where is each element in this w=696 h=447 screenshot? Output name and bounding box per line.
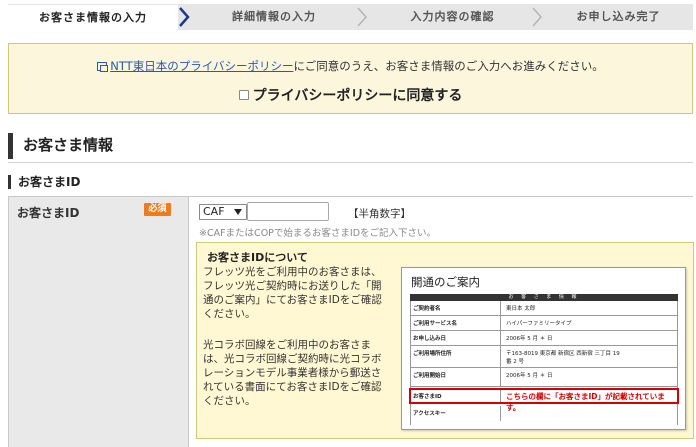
progress-steps: お客さま情報の入力 詳細情報の入力 入力内容の確認 お申し込み完了 xyxy=(8,4,693,30)
document-row: お申し込み日 2006年 5 月 ＊ 日 xyxy=(410,331,678,346)
info-paragraph-collabo: 光コラボ回線をご利用中のお客さまは、光コラボ回線ご契約時に光コラボレーションモデ… xyxy=(203,339,382,407)
section-title: お客さま情報 xyxy=(8,133,693,159)
customer-id-input[interactable] xyxy=(247,202,329,221)
document-row: ご契約者名 東日本 太郎 xyxy=(410,301,678,316)
highlight-box xyxy=(409,388,679,404)
new-window-icon xyxy=(97,62,109,72)
privacy-agree-label[interactable]: プライバシーポリシーに同意する xyxy=(253,88,463,104)
field-label-cell: お客さまID 必須 xyxy=(8,197,189,447)
chevron-right-icon xyxy=(355,6,369,28)
step-customer-info: お客さま情報の入力 xyxy=(8,4,178,30)
step-complete: お申し込み完了 xyxy=(576,10,661,23)
step-details: 詳細情報の入力 xyxy=(232,10,316,23)
document-header: お 客 さ ま 情 報 xyxy=(410,294,678,301)
document-title: 開通のご案内 xyxy=(411,275,480,289)
customer-id-info-box: お客さまIDについて フレッツ光をご利用中のお客さまは、フレッツ光ご契約時にお送… xyxy=(196,242,694,439)
info-paragraph-flets: フレッツ光をご利用中のお客さまは、フレッツ光ご契約時にお送りした「開通のご案内」… xyxy=(203,266,382,320)
privacy-agree-checkbox[interactable] xyxy=(238,90,249,100)
sample-document-image: 開通のご案内 お 客 さ ま 情 報 ご契約者名 東日本 太郎 ご利用サービス名ハ… xyxy=(401,267,686,430)
chevron-right-icon xyxy=(530,6,544,28)
input-note: ※CAFまたはCOPで始まるお客さまIDをご記入下さい。 xyxy=(199,228,437,239)
id-prefix-select[interactable]: CAF xyxy=(199,204,247,220)
required-badge: 必須 xyxy=(144,203,171,216)
step-confirm: 入力内容の確認 xyxy=(410,10,495,23)
document-row: ご利用サービス名 ハイパーファミリータイプ xyxy=(410,316,678,331)
dropdown-arrow-icon xyxy=(234,209,242,215)
privacy-consent-box: NTT東日本のプライバシーポリシーにご同意のうえ、お客さま情報のご入力へお進みく… xyxy=(8,43,693,114)
document-row: ご利用場所住所 〒163-8019 東京都 新宿区 西新宿 三丁目 19 番 2 … xyxy=(410,346,678,368)
privacy-policy-link[interactable]: NTT東日本のプライバシーポリシー xyxy=(110,59,293,73)
chevron-right-icon xyxy=(177,6,191,28)
divider xyxy=(8,162,693,163)
privacy-agree[interactable]: プライバシーポリシーに同意する xyxy=(9,85,692,105)
info-title: お客さまIDについて xyxy=(207,251,308,264)
subsection-title: お客さまID xyxy=(8,175,80,189)
privacy-notice: NTT東日本のプライバシーポリシーにご同意のうえ、お客さま情報のご入力へお進みく… xyxy=(9,58,692,74)
document-row: ご利用開始日 2006年 5 月 ＊ 日 xyxy=(410,368,678,387)
customer-id-row: お客さまID 必須 CAF 【半角数字】 ※CAFまたはCOPで始まるお客さまI… xyxy=(8,196,694,447)
document-row: アクセスキー xyxy=(410,406,678,421)
field-label: お客さまID xyxy=(17,206,80,220)
input-hint: 【半角数字】 xyxy=(348,208,411,220)
field-input-cell: CAF 【半角数字】 ※CAFまたはCOPで始まるお客さまIDをご記入下さい。 … xyxy=(190,197,694,447)
